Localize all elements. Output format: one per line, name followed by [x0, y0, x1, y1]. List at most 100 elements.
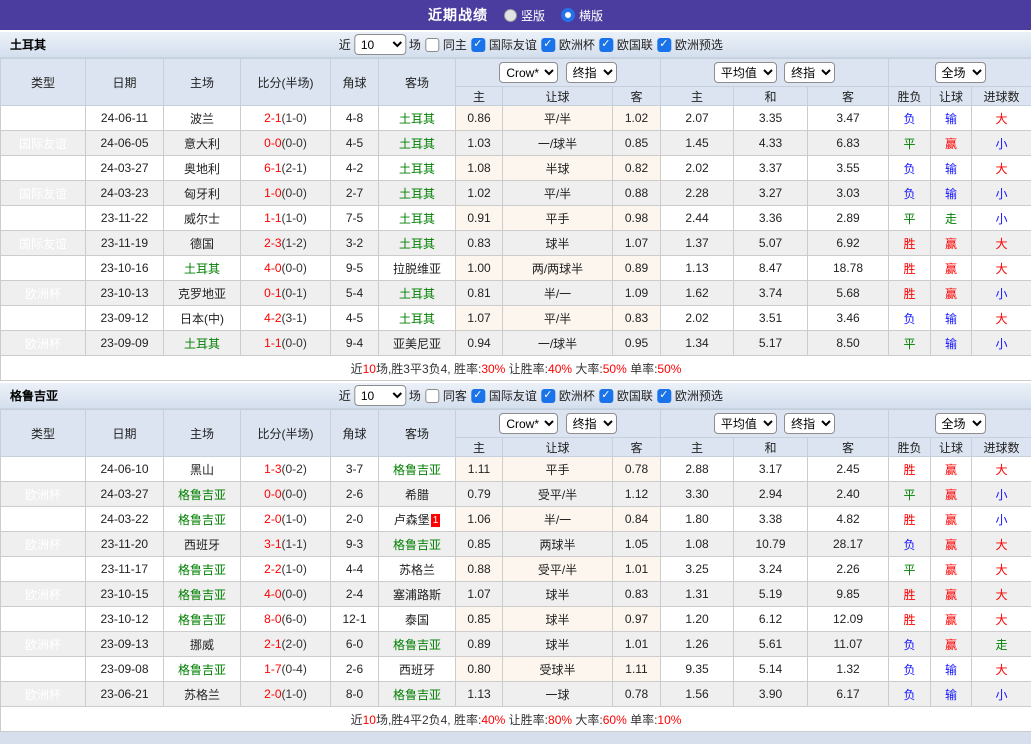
avg-home-odds: 2.88	[660, 456, 734, 482]
match-count-select[interactable]: 10	[353, 34, 406, 55]
result-wdl: 平	[888, 130, 932, 156]
odds-away: 0.97	[612, 606, 661, 632]
sub-col-header: 让球	[930, 86, 973, 106]
bookmaker-select[interactable]: Crow*	[499, 413, 559, 434]
league-checkbox[interactable]	[656, 37, 671, 52]
score: 3-1(1-1)	[240, 531, 331, 557]
home-team: 意大利	[163, 130, 241, 156]
odds-home: 0.83	[455, 230, 503, 256]
col-header: 主场	[163, 58, 241, 106]
avg-home-odds: 3.25	[660, 556, 734, 582]
avg-away-odds: 2.45	[806, 456, 890, 482]
match-type: 欧洲杯	[0, 681, 86, 707]
odds-handicap-line: 球半	[502, 606, 613, 632]
match-date: 24-03-22	[85, 506, 164, 532]
odds-home: 0.89	[455, 631, 503, 657]
corner-score: 4-5	[330, 130, 379, 156]
score: 2-3(1-2)	[240, 230, 331, 256]
home-team: 德国	[163, 230, 241, 256]
record-summary: 近10场,胜3平3负4, 胜率:30% 让胜率:40% 大率:50% 单率:50…	[0, 355, 1031, 381]
odds-away: 0.98	[612, 205, 661, 231]
radio-horizontal-icon[interactable]	[561, 8, 575, 22]
average-select[interactable]: 平均值	[713, 413, 777, 434]
avg-away-odds: 18.78	[806, 255, 890, 281]
score: 1-7(0-4)	[240, 656, 331, 682]
league-checkbox[interactable]	[470, 37, 485, 52]
result-goals: 小	[971, 130, 1031, 156]
odds-home: 0.86	[455, 105, 503, 131]
avg-draw-odds: 3.35	[733, 105, 808, 131]
team-name: 土耳其	[10, 38, 47, 52]
avg-home-odds: 2.02	[660, 155, 734, 181]
score: 2-0(1-0)	[240, 506, 331, 532]
final-odds-select[interactable]: 终指	[565, 62, 617, 83]
odds-away: 1.11	[612, 656, 661, 682]
avg-away-odds: 2.40	[806, 481, 890, 507]
col-header: 类型	[0, 58, 86, 106]
result-goals: 小	[971, 280, 1031, 306]
match-date: 23-11-19	[85, 230, 164, 256]
league-checkbox[interactable]	[598, 388, 613, 403]
avg-draw-odds: 2.94	[733, 481, 808, 507]
odds-handicap-line: 两/两球半	[502, 255, 613, 281]
score: 6-1(2-1)	[240, 155, 331, 181]
home-team: 格鲁吉亚	[163, 656, 241, 682]
avg-home-odds: 1.56	[660, 681, 734, 707]
final-odds-select-2[interactable]: 终指	[784, 62, 836, 83]
bookmaker-select[interactable]: Crow*	[499, 62, 559, 83]
league-label: 欧国联	[616, 389, 653, 403]
layout-option-horizontal[interactable]: 横版	[561, 7, 603, 24]
away-team: 西班牙	[378, 656, 456, 682]
scope-select[interactable]: 全场	[934, 62, 986, 83]
odds-home: 1.07	[455, 305, 503, 331]
radio-vertical-icon[interactable]	[503, 8, 517, 22]
league-checkbox[interactable]	[540, 37, 555, 52]
match-date: 24-06-11	[85, 105, 164, 131]
odds-handicap-line: 半/一	[502, 280, 613, 306]
team-name: 格鲁吉亚	[10, 389, 59, 403]
home-team: 挪威	[163, 631, 241, 657]
layout-option-vertical[interactable]: 竖版	[503, 7, 545, 24]
final-odds-select-2[interactable]: 终指	[784, 413, 836, 434]
match-count-select[interactable]: 10	[353, 385, 406, 406]
col-header: 比分(半场)	[240, 409, 331, 457]
sub-col-header: 让球	[930, 437, 973, 457]
score: 1-1(1-0)	[240, 205, 331, 231]
result-goals: 大	[971, 606, 1031, 632]
col-header: 主场	[163, 409, 241, 457]
result-wdl: 平	[888, 330, 932, 356]
odds-handicap-line: 平/半	[502, 305, 613, 331]
match-row: 国际友谊 24-06-05 意大利 0-0(0-0) 4-5 土耳其 1.03 …	[0, 130, 1031, 156]
corner-score: 4-4	[330, 556, 379, 582]
result-handicap: 赢	[930, 255, 973, 281]
odds-away: 0.84	[612, 506, 661, 532]
league-checkbox[interactable]	[598, 37, 613, 52]
home-team: 匈牙利	[163, 180, 241, 206]
match-row: 国际友谊 24-06-11 波兰 2-1(1-0) 4-8 土耳其 0.86 平…	[0, 105, 1031, 131]
result-handicap: 输	[930, 681, 973, 707]
radio-vertical-label: 竖版	[520, 8, 545, 23]
average-select[interactable]: 平均值	[713, 62, 777, 83]
league-checkbox[interactable]	[470, 388, 485, 403]
same-venue-checkbox[interactable]	[424, 388, 439, 403]
home-team: 波兰	[163, 105, 241, 131]
league-checkbox[interactable]	[656, 388, 671, 403]
league-label: 欧洲杯	[558, 38, 595, 52]
result-goals: 大	[971, 531, 1031, 557]
corner-score: 2-6	[330, 656, 379, 682]
average-odds-header: 平均值 终指	[659, 409, 890, 438]
home-team: 奥地利	[163, 155, 241, 181]
avg-home-odds: 3.30	[660, 481, 734, 507]
league-checkbox[interactable]	[540, 388, 555, 403]
match-type: 国际友谊	[0, 230, 86, 256]
scope-select[interactable]: 全场	[934, 413, 986, 434]
same-venue-checkbox[interactable]	[424, 37, 439, 52]
crow-odds-header: Crow* 终指	[455, 58, 661, 87]
result-goals: 小	[971, 330, 1031, 356]
final-odds-select[interactable]: 终指	[565, 413, 617, 434]
result-wdl: 胜	[888, 456, 932, 482]
match-row: 欧洲杯 23-11-22 威尔士 1-1(1-0) 7-5 土耳其 0.91 平…	[0, 205, 1031, 231]
home-team: 黑山	[163, 456, 241, 482]
summary-row: 近10场,胜4平2负4, 胜率:40% 让胜率:80% 大率:60% 单率:10…	[0, 706, 1031, 732]
odds-home: 0.91	[455, 205, 503, 231]
